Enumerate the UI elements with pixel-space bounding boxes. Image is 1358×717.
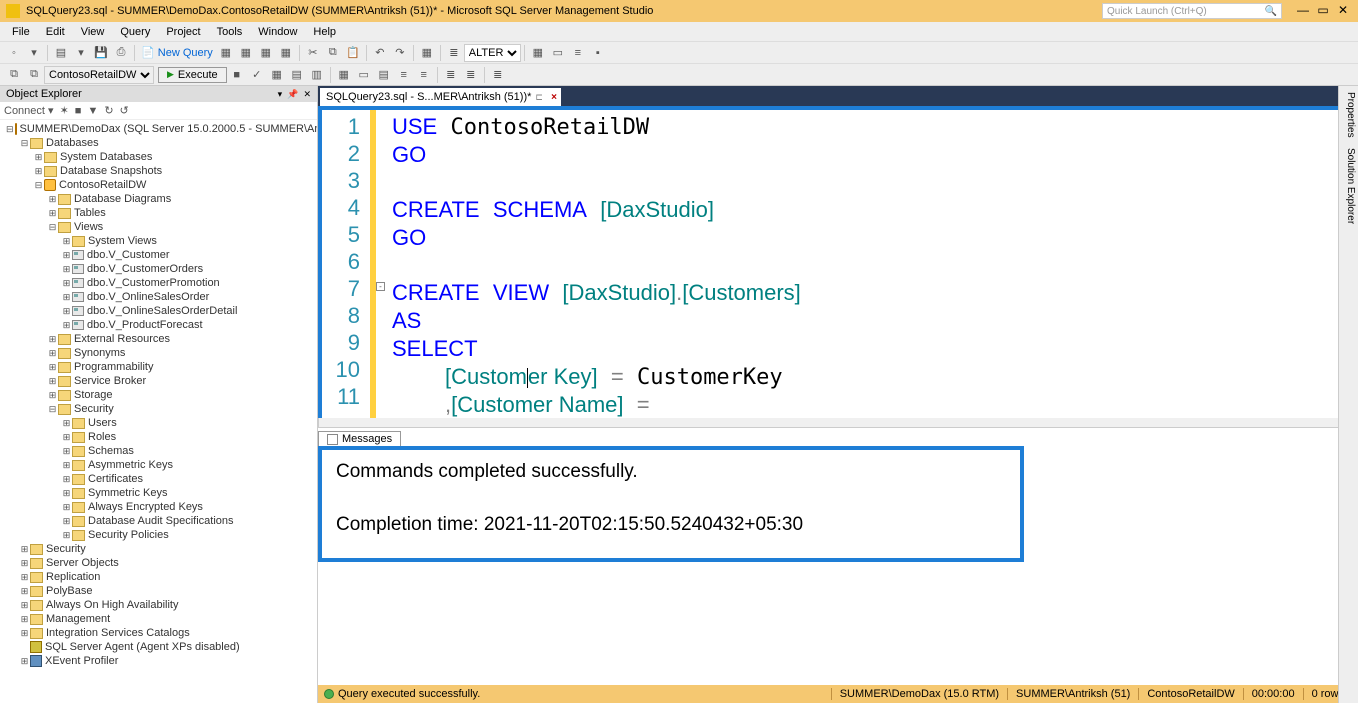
sync-icon[interactable]: ↺ (120, 104, 129, 117)
messages-icon (327, 434, 338, 445)
panel-close-icon[interactable]: ✕ (303, 89, 311, 99)
document-tab[interactable]: SQLQuery23.sql - S...MER\Antriksh (51))*… (320, 88, 561, 106)
line-gutter: 1234567891011 (322, 110, 370, 418)
cut-icon[interactable]: ✂ (305, 45, 321, 61)
menu-edit[interactable]: Edit (38, 24, 73, 40)
database-combo[interactable]: ContosoRetailDW (44, 66, 154, 84)
play-icon: ▶ (167, 69, 174, 80)
undo-icon[interactable]: ↶ (372, 45, 388, 61)
results-file-icon[interactable]: ▥ (309, 67, 325, 83)
new-query-button[interactable]: 📄 New Query (141, 46, 213, 59)
restore-button[interactable]: ▭ (1314, 3, 1332, 19)
close-button[interactable]: ✕ (1334, 3, 1352, 19)
parse-icon[interactable]: ✓ (249, 67, 265, 83)
status-ok-icon (324, 689, 334, 699)
menu-tools[interactable]: Tools (209, 24, 251, 40)
properties-tab[interactable]: Properties (1341, 92, 1356, 138)
messages-tab[interactable]: Messages (318, 431, 401, 446)
solution-explorer-tab[interactable]: Solution Explorer (1341, 148, 1356, 224)
menu-query[interactable]: Query (112, 24, 158, 40)
app-icon (6, 4, 20, 18)
script-combo[interactable]: ALTER (464, 44, 521, 62)
status-bar: Query executed successfully. SUMMER\Demo… (318, 685, 1358, 703)
comment-icon[interactable]: ≡ (396, 67, 412, 83)
save-icon[interactable]: 💾 (93, 45, 109, 61)
refresh-icon[interactable]: ↻ (104, 104, 113, 117)
copy-icon[interactable]: ⧉ (325, 45, 341, 61)
db-icon4[interactable]: ▦ (278, 45, 294, 61)
db-icon3[interactable]: ▦ (258, 45, 274, 61)
back-icon[interactable]: ◦ (6, 45, 22, 61)
db-icon2[interactable]: ▦ (238, 45, 254, 61)
plan-icon[interactable]: ▭ (550, 45, 566, 61)
close-tab-icon[interactable]: × (551, 92, 557, 103)
status-user: SUMMER\Antriksh (51) (1007, 688, 1138, 700)
indent-icon[interactable]: ≣ (443, 67, 459, 83)
new-icon[interactable]: ▤ (53, 45, 69, 61)
object-explorer-tree[interactable]: ⊟SUMMER\DemoDax (SQL Server 15.0.2000.5 … (0, 120, 317, 703)
pin-tab-icon[interactable]: ⊏ (535, 92, 543, 103)
stats-icon[interactable]: ≡ (570, 45, 586, 61)
forward-icon[interactable]: ▾ (26, 45, 42, 61)
document-tab-well: SQLQuery23.sql - S...MER\Antriksh (51))*… (318, 86, 1358, 106)
right-rail: Properties Solution Explorer (1338, 86, 1358, 703)
minimize-button[interactable]: — (1294, 3, 1312, 19)
stop-icon[interactable]: ■ (75, 105, 82, 117)
tool-icon[interactable]: ≣ (446, 45, 462, 61)
search-icon: 🔍 (1265, 6, 1277, 17)
more-icon[interactable]: ▪ (590, 45, 606, 61)
fold-toggle[interactable]: - (376, 282, 385, 291)
db-icon[interactable]: ▦ (218, 45, 234, 61)
menu-window[interactable]: Window (250, 24, 305, 40)
execute-button[interactable]: ▶Execute (158, 67, 227, 83)
change-conn-icon[interactable]: ⧉ (26, 67, 42, 83)
window-title: SQLQuery23.sql - SUMMER\DemoDax.ContosoR… (26, 5, 1102, 17)
object-explorer-toolbar: Connect ▾ ✶ ■ ▼ ↻ ↺ (0, 102, 317, 120)
include-stats-icon[interactable]: ▭ (356, 67, 372, 83)
status-db: ContosoRetailDW (1138, 688, 1242, 700)
title-bar: SQLQuery23.sql - SUMMER\DemoDax.ContosoR… (0, 0, 1358, 22)
dropdown-icon[interactable]: ▾ (278, 89, 283, 99)
status-server: SUMMER\DemoDax (15.0 RTM) (831, 688, 1007, 700)
menu-bar: File Edit View Query Project Tools Windo… (0, 22, 1358, 42)
specify-icon[interactable]: ≣ (490, 67, 506, 83)
pin-icon[interactable]: 📌 (287, 89, 298, 99)
disconnect-icon[interactable]: ✶ (60, 104, 69, 117)
uncomment-icon[interactable]: ≡ (416, 67, 432, 83)
include-plan-icon[interactable]: ▦ (336, 67, 352, 83)
code-editor[interactable]: 1234567891011 - USE ContosoRetailDW GO C… (318, 106, 1358, 418)
quick-launch-input[interactable]: Quick Launch (Ctrl+Q)🔍 (1102, 3, 1282, 19)
outdent-icon[interactable]: ≣ (463, 67, 479, 83)
estimate-icon[interactable]: ▦ (530, 45, 546, 61)
connect-icon[interactable]: ⧉ (6, 67, 22, 83)
sql-editor-toolbar: ⧉ ⧉ ContosoRetailDW ▶Execute ■ ✓ ▦ ▤ ▥ ▦… (0, 64, 1358, 86)
messages-panel[interactable]: Commands completed successfully. Complet… (318, 446, 1024, 562)
editor-hscroll[interactable] (318, 418, 1358, 428)
filter-icon[interactable]: ▼ (87, 105, 98, 117)
sqlcmd-icon[interactable]: ▤ (376, 67, 392, 83)
save-all-icon[interactable]: ⎙ (113, 45, 129, 61)
fold-column: - (376, 110, 386, 418)
results-text-icon[interactable]: ▤ (289, 67, 305, 83)
menu-file[interactable]: File (4, 24, 38, 40)
find-icon[interactable]: ▦ (419, 45, 435, 61)
debug-icon[interactable]: ■ (229, 67, 245, 83)
paste-icon[interactable]: 📋 (345, 45, 361, 61)
menu-project[interactable]: Project (158, 24, 208, 40)
menu-help[interactable]: Help (305, 24, 344, 40)
status-time: 00:00:00 (1243, 688, 1303, 700)
editor-area: SQLQuery23.sql - S...MER\Antriksh (51))*… (318, 86, 1358, 703)
open-icon[interactable]: ▾ (73, 45, 89, 61)
redo-icon[interactable]: ↷ (392, 45, 408, 61)
object-explorer-panel: Object Explorer ▾ 📌 ✕ Connect ▾ ✶ ■ ▼ ↻ … (0, 86, 318, 703)
standard-toolbar: ◦ ▾ ▤ ▾ 💾 ⎙ 📄 New Query ▦ ▦ ▦ ▦ ✂ ⧉ 📋 ↶ … (0, 42, 1358, 64)
code-content[interactable]: USE ContosoRetailDW GO CREATE SCHEMA [Da… (386, 110, 1354, 418)
status-message: Query executed successfully. (338, 688, 480, 700)
object-explorer-titlebar: Object Explorer ▾ 📌 ✕ (0, 86, 317, 102)
menu-view[interactable]: View (73, 24, 113, 40)
connect-button[interactable]: Connect ▾ (4, 104, 54, 117)
results-grid-icon[interactable]: ▦ (269, 67, 285, 83)
